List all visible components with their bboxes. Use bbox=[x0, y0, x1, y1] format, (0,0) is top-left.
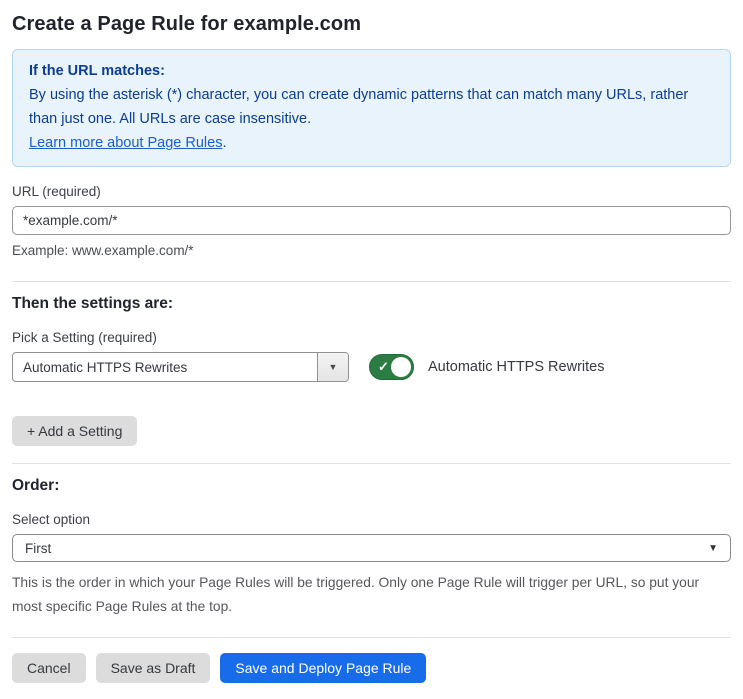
order-description: This is the order in which your Page Rul… bbox=[12, 575, 700, 614]
link-suffix: . bbox=[222, 135, 227, 151]
info-box-body: By using the asterisk (*) character, you… bbox=[29, 87, 689, 127]
checkmark-icon: ✓ bbox=[378, 359, 389, 374]
toggle-knob bbox=[391, 357, 411, 377]
setting-select-value: Automatic HTTPS Rewrites bbox=[23, 359, 188, 375]
url-label: URL (required) bbox=[12, 184, 101, 199]
learn-more-link[interactable]: Learn more about Page Rules bbox=[29, 135, 222, 151]
setting-select-arrow-button[interactable]: ▼ bbox=[317, 353, 348, 381]
url-hint: Example: www.example.com/* bbox=[12, 243, 194, 258]
url-match-info-box: If the URL matches: By using the asteris… bbox=[12, 49, 731, 167]
setting-picker-label: Pick a Setting (required) bbox=[12, 330, 157, 345]
chevron-down-icon: ▼ bbox=[708, 542, 718, 554]
settings-section-heading: Then the settings are: bbox=[12, 295, 174, 312]
cancel-button[interactable]: Cancel bbox=[12, 653, 86, 683]
footer-actions: Cancel Save as Draft Save and Deploy Pag… bbox=[12, 653, 731, 683]
order-select[interactable]: First ▼ bbox=[12, 534, 731, 562]
order-select-label: Select option bbox=[12, 512, 91, 527]
info-box-heading: If the URL matches: bbox=[29, 63, 165, 79]
divider bbox=[12, 281, 731, 282]
setting-select[interactable]: Automatic HTTPS Rewrites ▼ bbox=[12, 352, 349, 382]
save-and-deploy-button[interactable]: Save and Deploy Page Rule bbox=[220, 653, 427, 683]
toggle-label: Automatic HTTPS Rewrites bbox=[428, 359, 605, 375]
add-setting-button[interactable]: + Add a Setting bbox=[12, 416, 138, 446]
save-as-draft-button[interactable]: Save as Draft bbox=[95, 653, 211, 683]
order-select-value: First bbox=[25, 540, 52, 556]
chevron-down-icon: ▼ bbox=[328, 362, 338, 372]
order-section-heading: Order: bbox=[12, 477, 60, 494]
https-rewrites-toggle[interactable]: ✓ bbox=[369, 354, 414, 380]
page-rule-form: Create a Page Rule for example.com If th… bbox=[0, 13, 743, 683]
setting-picker-row: Automatic HTTPS Rewrites ▼ ✓ Automatic H… bbox=[12, 352, 731, 382]
divider bbox=[12, 463, 731, 464]
divider bbox=[12, 637, 731, 638]
url-input[interactable] bbox=[12, 206, 731, 235]
page-title: Create a Page Rule for example.com bbox=[12, 13, 362, 35]
info-box-link-line: Learn more about Page Rules. bbox=[29, 131, 714, 155]
